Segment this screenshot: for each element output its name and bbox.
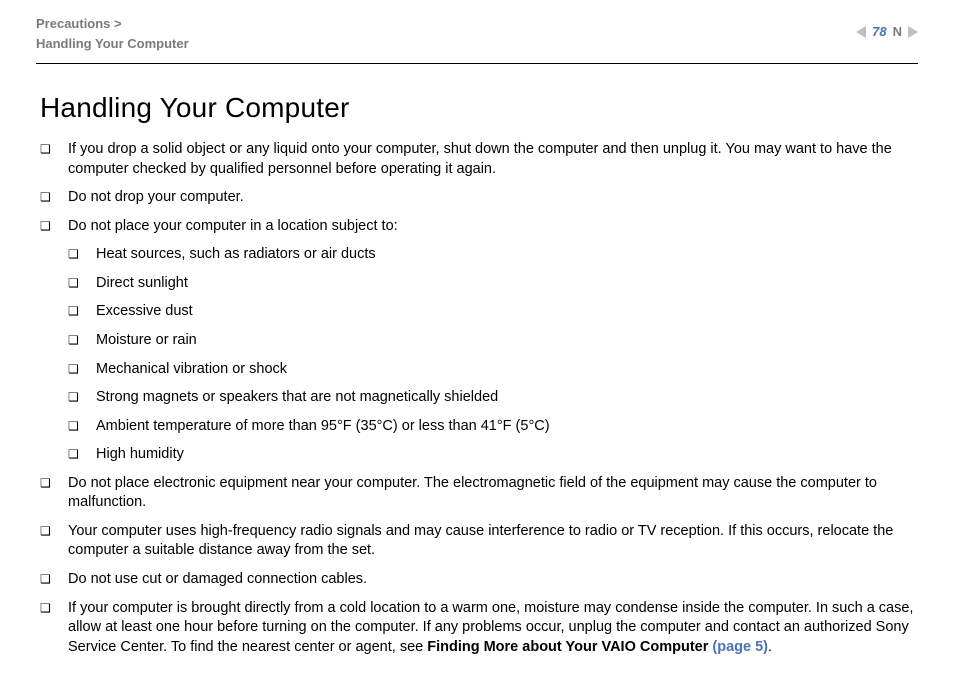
breadcrumb-section: Precautions > <box>36 14 189 34</box>
list-item: Do not place electronic equipment near y… <box>40 474 914 513</box>
precaution-list: If you drop a solid object or any liquid… <box>40 140 914 657</box>
list-item: Do not drop your computer. <box>40 188 914 208</box>
list-item: High humidity <box>68 445 914 465</box>
page-link[interactable]: (page 5) <box>712 639 768 655</box>
next-page-icon[interactable] <box>908 26 918 38</box>
list-item: Heat sources, such as radiators or air d… <box>68 245 914 265</box>
prev-page-icon[interactable] <box>856 26 866 38</box>
list-item: Your computer uses high-frequency radio … <box>40 522 914 561</box>
page-title: Handling Your Computer <box>40 92 914 124</box>
list-item: Direct sunlight <box>68 274 914 294</box>
list-item: If you drop a solid object or any liquid… <box>40 140 914 179</box>
page-navigator: 78 N <box>856 14 918 39</box>
list-item: If your computer is brought directly fro… <box>40 599 914 658</box>
list-item: Ambient temperature of more than 95°F (3… <box>68 417 914 437</box>
page-number: 78 <box>872 24 886 39</box>
nav-n-label: N <box>893 24 902 39</box>
header-divider <box>36 63 918 64</box>
final-item-suffix: . <box>768 639 772 655</box>
final-item-bold: Finding More about Your VAIO Computer <box>427 639 712 655</box>
breadcrumb-current: Handling Your Computer <box>36 34 189 54</box>
breadcrumb: Precautions > Handling Your Computer <box>36 14 189 53</box>
list-item: Excessive dust <box>68 302 914 322</box>
document-page: Precautions > Handling Your Computer 78 … <box>0 0 954 686</box>
sub-list: Heat sources, such as radiators or air d… <box>68 245 914 465</box>
list-item: Mechanical vibration or shock <box>68 360 914 380</box>
list-item: Strong magnets or speakers that are not … <box>68 388 914 408</box>
list-item: Moisture or rain <box>68 331 914 351</box>
list-item: Do not use cut or damaged connection cab… <box>40 570 914 590</box>
list-item-text: Do not place your computer in a location… <box>68 218 398 234</box>
list-item: Do not place your computer in a location… <box>40 217 914 465</box>
page-header: Precautions > Handling Your Computer 78 … <box>36 14 918 63</box>
content-area: Handling Your Computer If you drop a sol… <box>36 92 918 657</box>
